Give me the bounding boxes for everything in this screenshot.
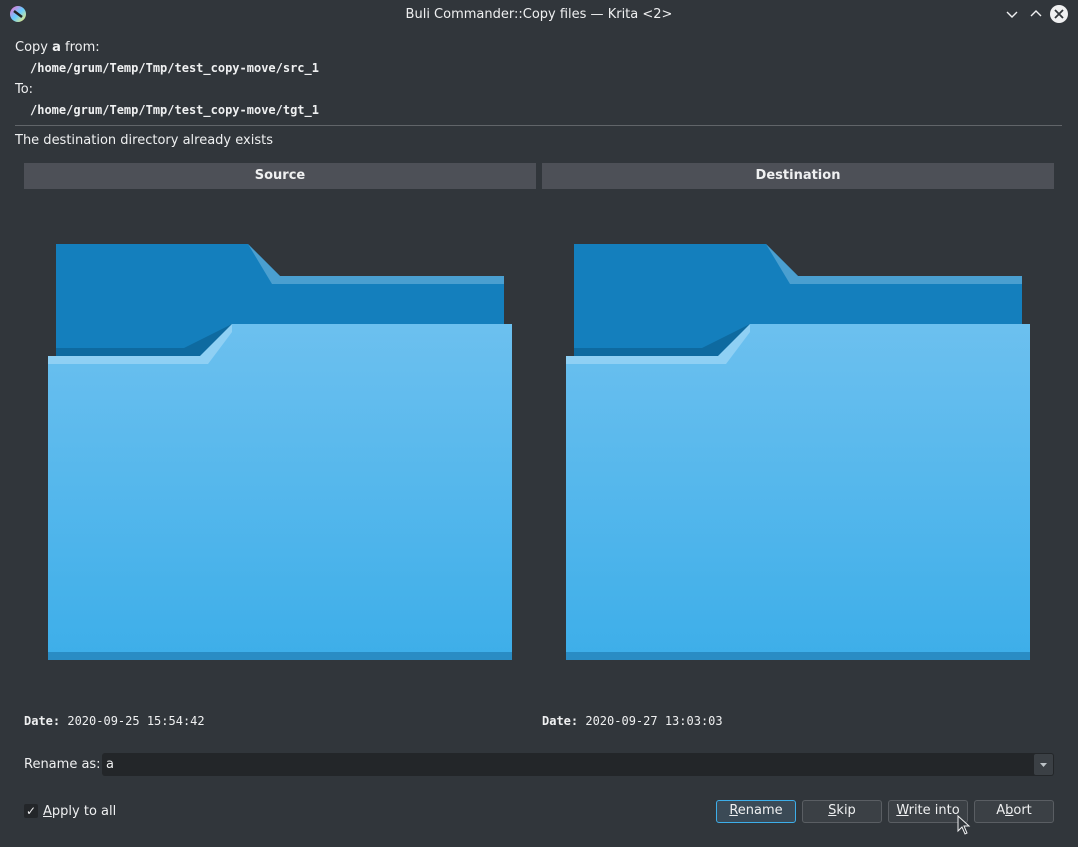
window-title: Buli Commander::Copy files — Krita <2> [405, 7, 673, 22]
status-message: The destination directory already exists [15, 133, 273, 148]
destination-header: Destination [542, 163, 1054, 189]
abort-button[interactable]: Abort [974, 800, 1054, 823]
source-header: Source [24, 163, 536, 189]
source-path: /home/grum/Temp/Tmp/test_copy-move/src_1 [30, 61, 319, 75]
rename-button[interactable]: Rename [716, 800, 796, 823]
rename-label: Rename as: [24, 757, 101, 772]
rename-combobox[interactable] [102, 753, 1054, 776]
apply-to-all-label[interactable]: Apply to all [43, 804, 116, 819]
source-date: Date: 2020-09-25 15:54:42 [24, 714, 205, 728]
destination-date: Date: 2020-09-27 13:03:03 [542, 714, 723, 728]
close-icon [1054, 9, 1064, 19]
apply-to-all-checkbox[interactable]: ✓ [24, 804, 38, 818]
skip-button[interactable]: Skip [802, 800, 882, 823]
copy-from-label: Copy a from: [15, 40, 100, 55]
maximize-button[interactable] [1028, 6, 1044, 22]
title-bar: Buli Commander::Copy files — Krita <2> [0, 0, 1078, 28]
divider [15, 125, 1062, 126]
source-folder-icon [48, 244, 512, 660]
chevron-down-icon [1006, 11, 1018, 18]
rename-input[interactable] [106, 756, 1026, 773]
chevron-down-icon [1040, 763, 1047, 767]
dropdown-button[interactable] [1034, 754, 1053, 775]
write-into-button[interactable]: Write into [888, 800, 968, 823]
chevron-up-icon [1030, 10, 1042, 17]
destination-folder-icon [566, 244, 1030, 660]
target-path: /home/grum/Temp/Tmp/test_copy-move/tgt_1 [30, 103, 319, 117]
close-button[interactable] [1050, 5, 1068, 23]
mouse-cursor-icon [957, 815, 971, 835]
minimize-button[interactable] [1004, 6, 1020, 22]
to-label: To: [15, 82, 34, 97]
